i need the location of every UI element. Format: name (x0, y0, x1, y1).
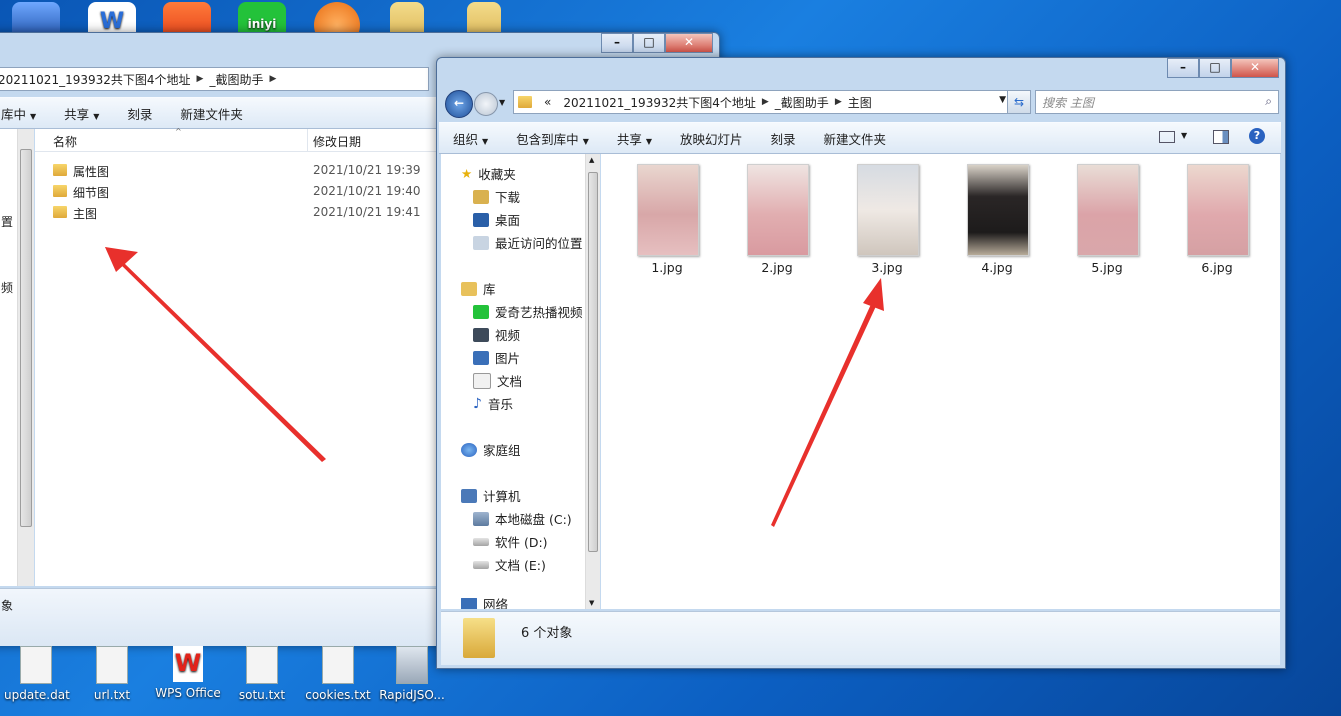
red-arrow-annotation (771, 278, 884, 527)
red-arrow-annotation (105, 247, 326, 462)
annotation-overlay (105, 247, 884, 527)
